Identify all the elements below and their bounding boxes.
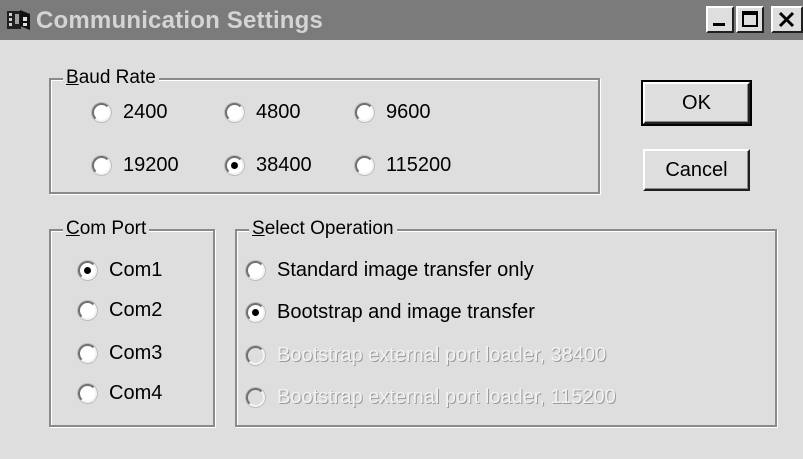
close-icon	[778, 11, 795, 28]
baud-115200-radio[interactable]: 115200	[355, 152, 451, 178]
close-button[interactable]	[771, 6, 803, 33]
baud-rate-label: Baud Rate	[63, 67, 159, 89]
baud-2400-radio[interactable]: 2400	[92, 99, 168, 125]
com-port-label: Com Port	[63, 218, 150, 240]
minimize-icon	[713, 23, 725, 26]
window-title: Communication Settings	[36, 7, 324, 34]
cancel-button[interactable]: Cancel	[643, 149, 750, 191]
app-icon[interactable]	[6, 8, 32, 32]
ok-button[interactable]: OK	[641, 80, 752, 126]
op-standard-image-transfer-radio[interactable]: Standard image transfer only	[246, 257, 534, 283]
com4-radio[interactable]: Com4	[78, 380, 162, 406]
maximize-button[interactable]	[736, 6, 764, 33]
op-bootstrap-loader-115200-radio: Bootstrap external port loader, 115200	[246, 384, 616, 410]
baud-9600-radio[interactable]: 9600	[355, 99, 431, 125]
baud-4800-radio[interactable]: 4800	[225, 99, 301, 125]
communication-settings-window: Communication Settings Baud Rate 2400 48…	[0, 0, 803, 459]
baud-38400-radio[interactable]: 38400	[225, 152, 312, 178]
select-operation-label: Select Operation	[249, 218, 397, 240]
baud-19200-radio[interactable]: 19200	[92, 152, 179, 178]
com2-radio[interactable]: Com2	[78, 297, 162, 323]
title-bar[interactable]: Communication Settings	[0, 0, 803, 40]
com3-radio[interactable]: Com3	[78, 340, 162, 366]
com1-radio[interactable]: Com1	[78, 257, 162, 283]
op-bootstrap-image-transfer-radio[interactable]: Bootstrap and image transfer	[246, 299, 535, 325]
minimize-button[interactable]	[706, 6, 734, 33]
maximize-icon	[742, 11, 758, 27]
op-bootstrap-loader-38400-radio: Bootstrap external port loader, 38400	[246, 342, 606, 368]
